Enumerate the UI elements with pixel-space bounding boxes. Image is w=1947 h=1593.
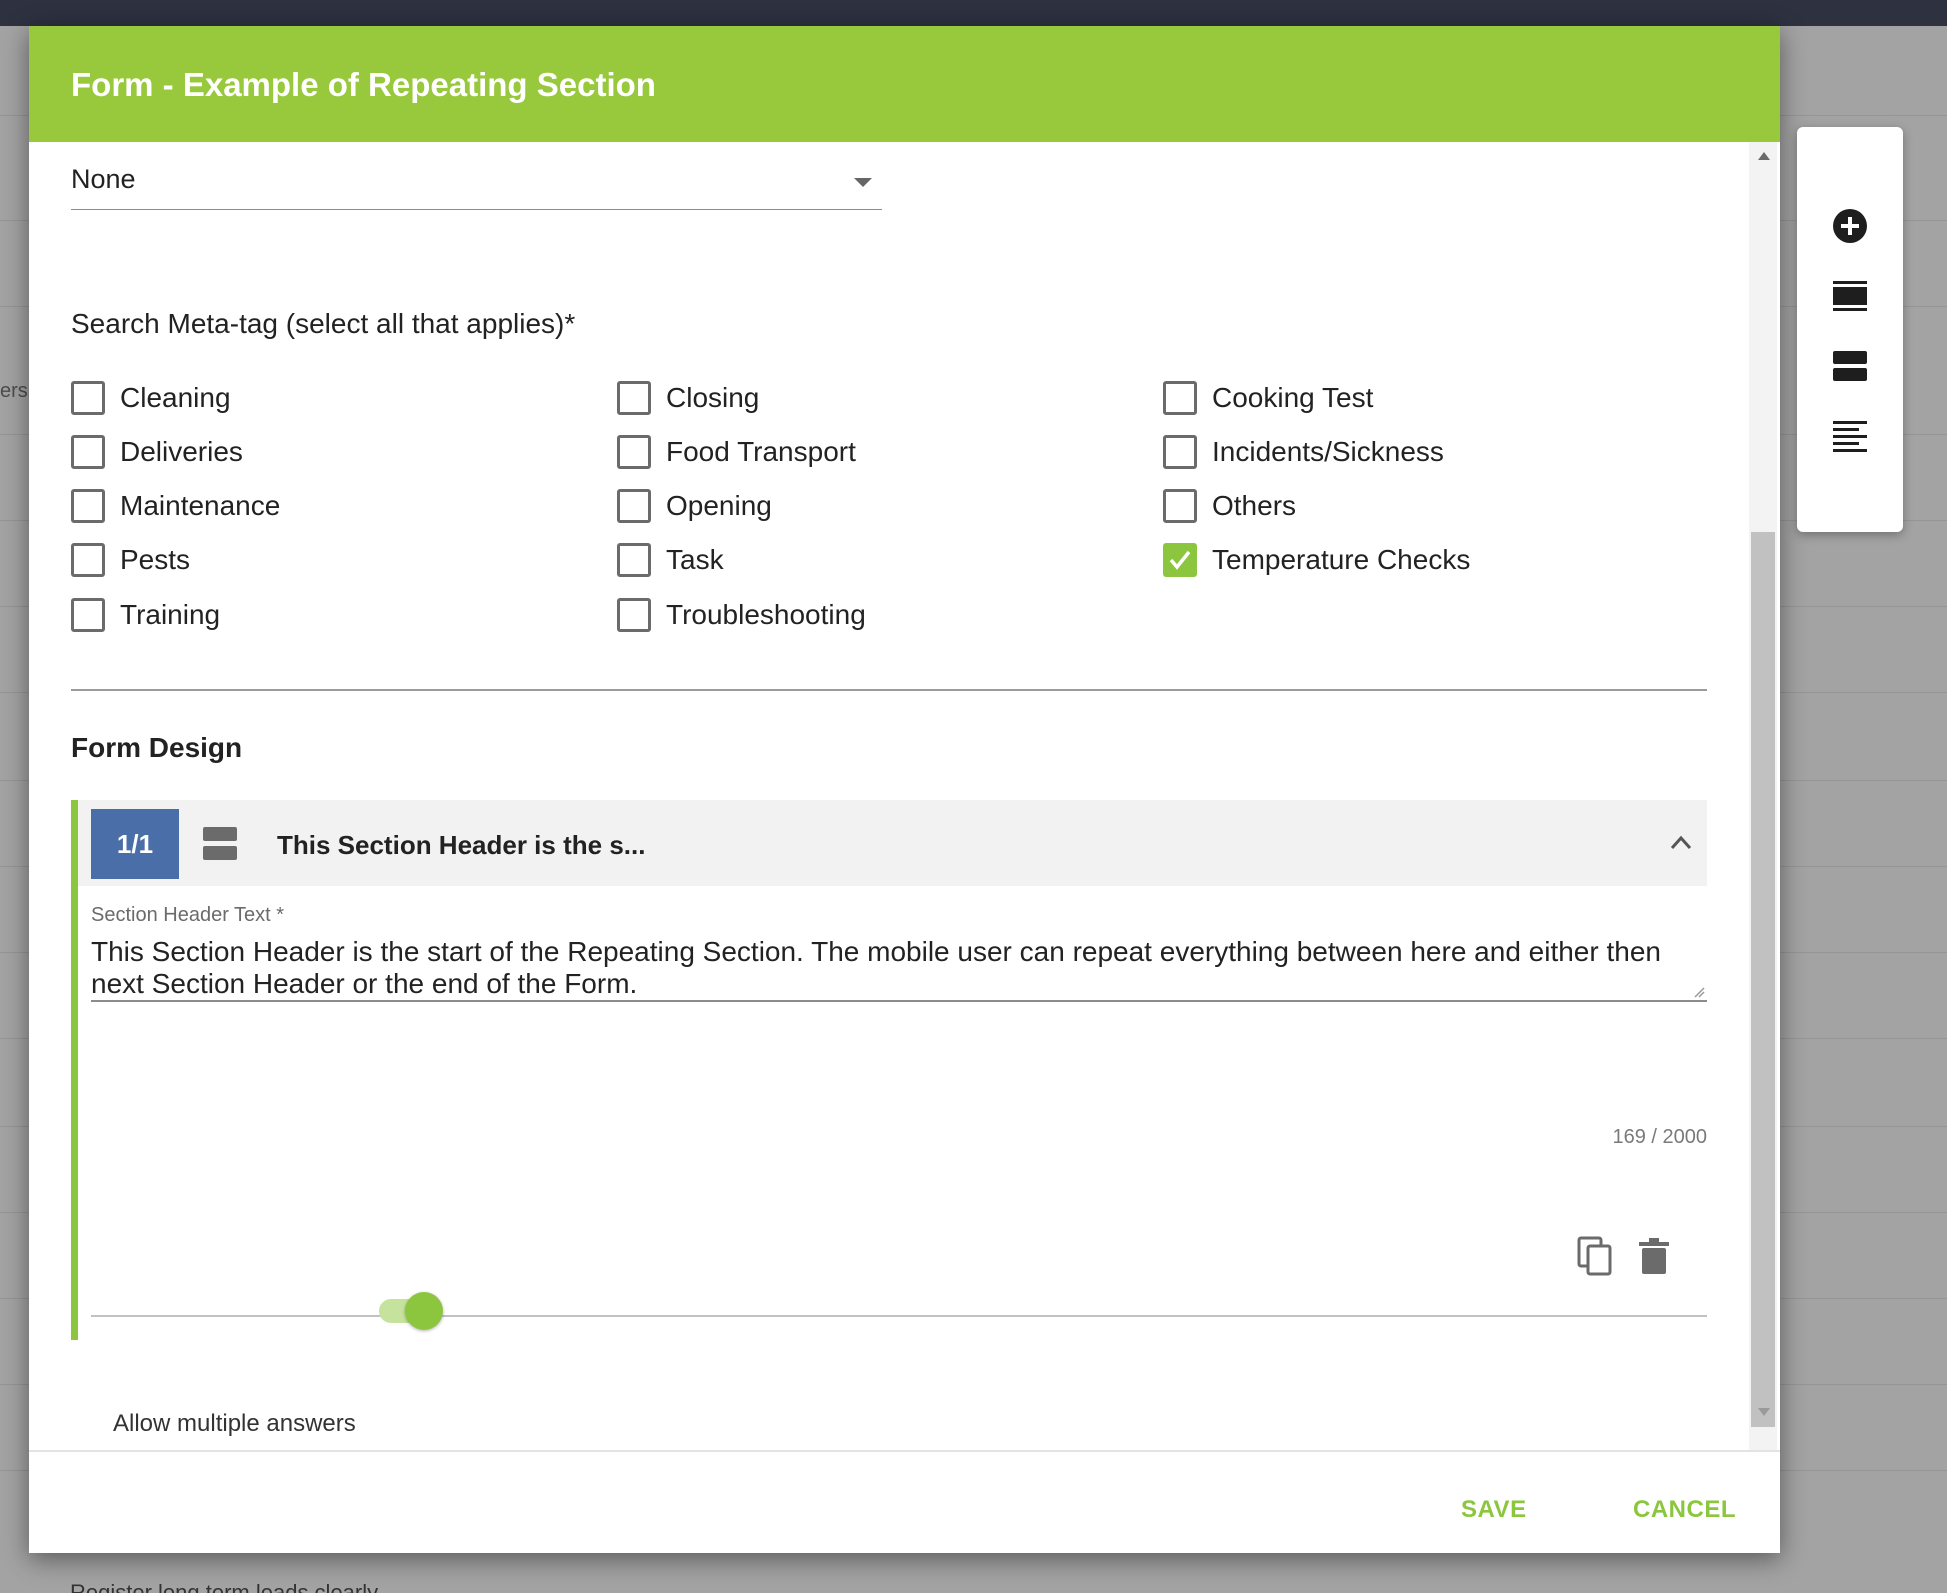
resize-grip-icon[interactable] — [1693, 986, 1705, 998]
toggle-knob — [405, 1292, 443, 1330]
form-dialog: Form - Example of Repeating Section None… — [29, 26, 1780, 1553]
meta-tag-checkbox[interactable]: Pests — [71, 540, 190, 580]
select-value: None — [71, 164, 136, 194]
meta-tag-label-text: Cleaning — [120, 382, 231, 413]
checkbox-checked-icon[interactable] — [1163, 543, 1197, 577]
meta-tag-label-text: Temperature Checks — [1212, 544, 1471, 575]
meta-tag-label-text: Pests — [120, 544, 191, 575]
add-section-button[interactable] — [1831, 277, 1869, 315]
background-fragment-text: ersi — [0, 380, 33, 402]
meta-tag-checkbox[interactable]: Task — [617, 540, 724, 580]
cancel-button[interactable]: CANCEL — [1633, 1496, 1736, 1524]
meta-tag-checkbox[interactable]: Closing — [617, 378, 759, 418]
allow-multiple-label: Allow multiple answers — [113, 1410, 356, 1437]
checkbox-icon[interactable] — [71, 435, 105, 469]
section-header-text-input[interactable]: This Section Header is the start of the … — [91, 936, 1707, 1002]
form-design-title: Form Design — [71, 732, 243, 763]
dialog-title: Form - Example of Repeating Section — [71, 66, 656, 103]
checkbox-icon[interactable] — [1163, 489, 1197, 523]
save-button[interactable]: SAVE — [1461, 1496, 1527, 1524]
meta-tag-label-text: Cooking Test — [1212, 382, 1374, 413]
allow-multiple-toggle[interactable] — [379, 1290, 443, 1330]
add-circle-icon — [1833, 209, 1867, 243]
section-accent-bar — [71, 800, 78, 1340]
trash-icon[interactable] — [1639, 1238, 1669, 1274]
divider — [71, 689, 1707, 691]
checkbox-icon[interactable] — [71, 381, 105, 415]
scroll-down-arrow-icon[interactable] — [1758, 1408, 1770, 1416]
section-number-badge: 1/1 — [91, 809, 179, 879]
checkbox-icon[interactable] — [71, 489, 105, 523]
meta-tag-checkbox[interactable]: Incidents/Sickness — [1163, 432, 1444, 472]
scroll-up-arrow-icon[interactable] — [1758, 152, 1770, 160]
meta-tag-label: Search Meta-tag (select all that applies… — [71, 308, 576, 339]
checkbox-icon[interactable] — [617, 435, 651, 469]
section-icon — [1833, 281, 1867, 311]
meta-tag-checkbox[interactable]: Food Transport — [617, 432, 856, 472]
checkbox-icon[interactable] — [71, 543, 105, 577]
scrollbar-thumb[interactable] — [1751, 532, 1775, 1427]
meta-tag-checkbox[interactable]: Deliveries — [71, 432, 243, 472]
meta-tag-checkbox[interactable]: Others — [1163, 486, 1296, 526]
category-select[interactable]: None — [71, 142, 882, 210]
dropdown-caret-icon — [854, 178, 872, 187]
meta-tag-checkbox[interactable]: Temperature Checks — [1163, 540, 1470, 580]
text-align-icon — [1833, 421, 1867, 452]
section-header-title: This Section Header is the s... — [277, 830, 646, 860]
add-text-button[interactable] — [1831, 417, 1869, 455]
add-question-button[interactable] — [1831, 207, 1869, 245]
meta-tag-checkbox[interactable]: Cleaning — [71, 378, 231, 418]
meta-tag-label-text: Closing — [666, 382, 760, 413]
meta-tag-label-text: Incidents/Sickness — [1212, 436, 1444, 467]
dialog-body: None Search Meta-tag (select all that ap… — [29, 142, 1780, 1452]
add-repeating-section-button[interactable] — [1831, 347, 1869, 385]
meta-tag-label-text: Training — [120, 599, 221, 630]
chevron-up-icon[interactable] — [1670, 834, 1692, 850]
section-divider — [91, 1315, 1707, 1317]
checkbox-icon[interactable] — [1163, 435, 1197, 469]
section-header-text-label: Section Header Text * — [91, 904, 285, 926]
meta-tag-label-text: Deliveries — [120, 436, 243, 467]
meta-tag-label-text: Others — [1212, 490, 1297, 521]
meta-tag-label-text: Task — [666, 544, 724, 575]
checkbox-icon[interactable] — [617, 381, 651, 415]
section-card: 1/1 This Section Header is the s... Sect… — [71, 800, 1707, 1340]
section-header-icon — [203, 827, 237, 860]
checkbox-icon[interactable] — [71, 598, 105, 632]
form-builder-toolbar — [1797, 127, 1903, 532]
dialog-header: Form - Example of Repeating Section — [29, 26, 1780, 142]
copy-icon[interactable] — [1577, 1236, 1613, 1276]
footer-divider — [29, 1450, 1780, 1452]
checkbox-icon[interactable] — [617, 543, 651, 577]
meta-tag-checkbox[interactable]: Maintenance — [71, 486, 280, 526]
section-header-bar[interactable]: 1/1 This Section Header is the s... — [78, 800, 1707, 886]
meta-tag-checkbox[interactable]: Troubleshooting — [617, 595, 866, 635]
meta-tag-label-text: Food Transport — [666, 436, 856, 467]
character-count: 169 / 2000 — [1612, 1126, 1707, 1148]
background-bottom-text: Register long term leads clearly — [70, 1580, 379, 1593]
meta-tag-label-text: Opening — [666, 490, 772, 521]
meta-tag-checkbox[interactable]: Opening — [617, 486, 772, 526]
checkbox-icon[interactable] — [617, 598, 651, 632]
background-topbar — [0, 0, 1947, 26]
meta-tag-label-text: Maintenance — [120, 490, 281, 521]
meta-tag-checkbox[interactable]: Training — [71, 595, 220, 635]
repeating-section-icon — [1833, 351, 1867, 381]
checkbox-icon[interactable] — [1163, 381, 1197, 415]
meta-tag-label-text: Troubleshooting — [666, 599, 866, 630]
checkbox-icon[interactable] — [617, 489, 651, 523]
meta-tag-checkbox[interactable]: Cooking Test — [1163, 378, 1373, 418]
